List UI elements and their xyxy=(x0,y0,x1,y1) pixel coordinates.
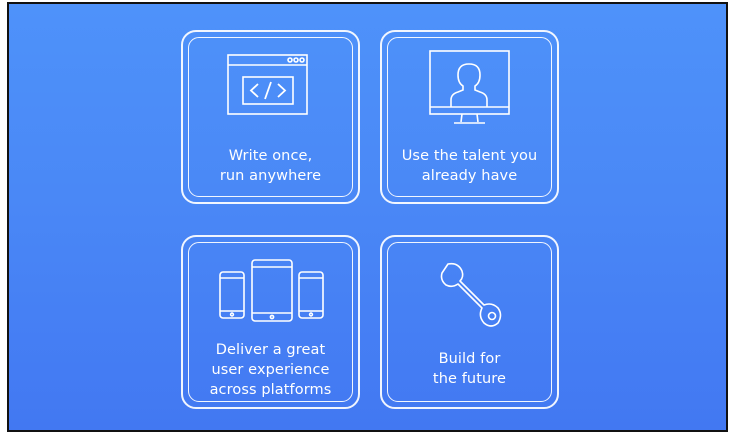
card-label-line: Deliver a great xyxy=(215,342,326,358)
card-label-line: Write once, xyxy=(228,148,313,164)
card-label-line: already have xyxy=(421,168,518,184)
code-window-icon xyxy=(227,54,308,115)
card-label: Deliver a great user experience across p… xyxy=(191,340,350,400)
card-label-line: user experience xyxy=(211,362,330,378)
person-monitor-icon xyxy=(429,50,510,124)
devices-icon xyxy=(219,259,324,322)
wrench-icon xyxy=(440,262,502,327)
card-label: Use the talent you already have xyxy=(390,146,549,186)
card-label-line: Use the talent you xyxy=(401,148,538,164)
card-label-line: the future xyxy=(432,371,507,387)
card-label: Build for the future xyxy=(390,349,549,389)
card-label-line: run anywhere xyxy=(219,168,322,184)
card-label: Write once, run anywhere xyxy=(191,146,350,186)
slide-frame: Write once, run anywhere Use the talent … xyxy=(7,2,728,432)
card-write-once: Write once, run anywhere xyxy=(181,30,360,204)
slide: Write once, run anywhere Use the talent … xyxy=(9,4,726,430)
card-deliver-experience: Deliver a great user experience across p… xyxy=(181,235,360,409)
card-label-line: across platforms xyxy=(209,382,332,398)
card-build-future: Build for the future xyxy=(380,235,559,409)
card-label-line: Build for xyxy=(438,351,501,367)
card-use-talent: Use the talent you already have xyxy=(380,30,559,204)
